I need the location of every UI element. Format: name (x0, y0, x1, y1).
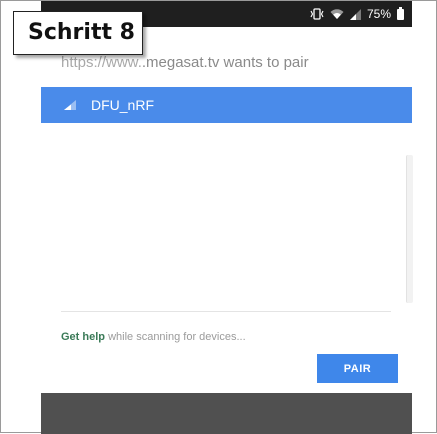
signal-strength-icon (63, 99, 77, 111)
vibrate-icon (310, 8, 324, 20)
help-text: while scanning for devices... (105, 331, 246, 343)
get-help-link[interactable]: Get help (61, 331, 105, 343)
divider (61, 311, 391, 312)
status-icons: 75% (310, 5, 404, 23)
dialog-title: https://www..megasat.tv wants to pair (61, 54, 309, 71)
device-name: DFU_nRF (91, 97, 155, 113)
navigation-bar (41, 393, 412, 434)
pair-button[interactable]: PAIR (317, 354, 398, 383)
battery-icon (397, 6, 404, 20)
device-list-scrollbar[interactable] (406, 155, 413, 303)
battery-percent: 75% (366, 7, 391, 21)
screenshot-frame: 75% Schritt 8 https://www..megasat.tv wa… (0, 0, 437, 434)
wifi-icon (330, 8, 344, 20)
dialog-title-url: https://www. (61, 54, 142, 71)
step-label: Schritt 8 (13, 11, 143, 55)
device-list-item[interactable]: DFU_nRF (41, 87, 412, 123)
dialog-title-text: .megasat.tv wants to pair (141, 54, 309, 71)
signal-icon (349, 8, 361, 20)
help-line: Get help while scanning for devices... (61, 331, 246, 343)
